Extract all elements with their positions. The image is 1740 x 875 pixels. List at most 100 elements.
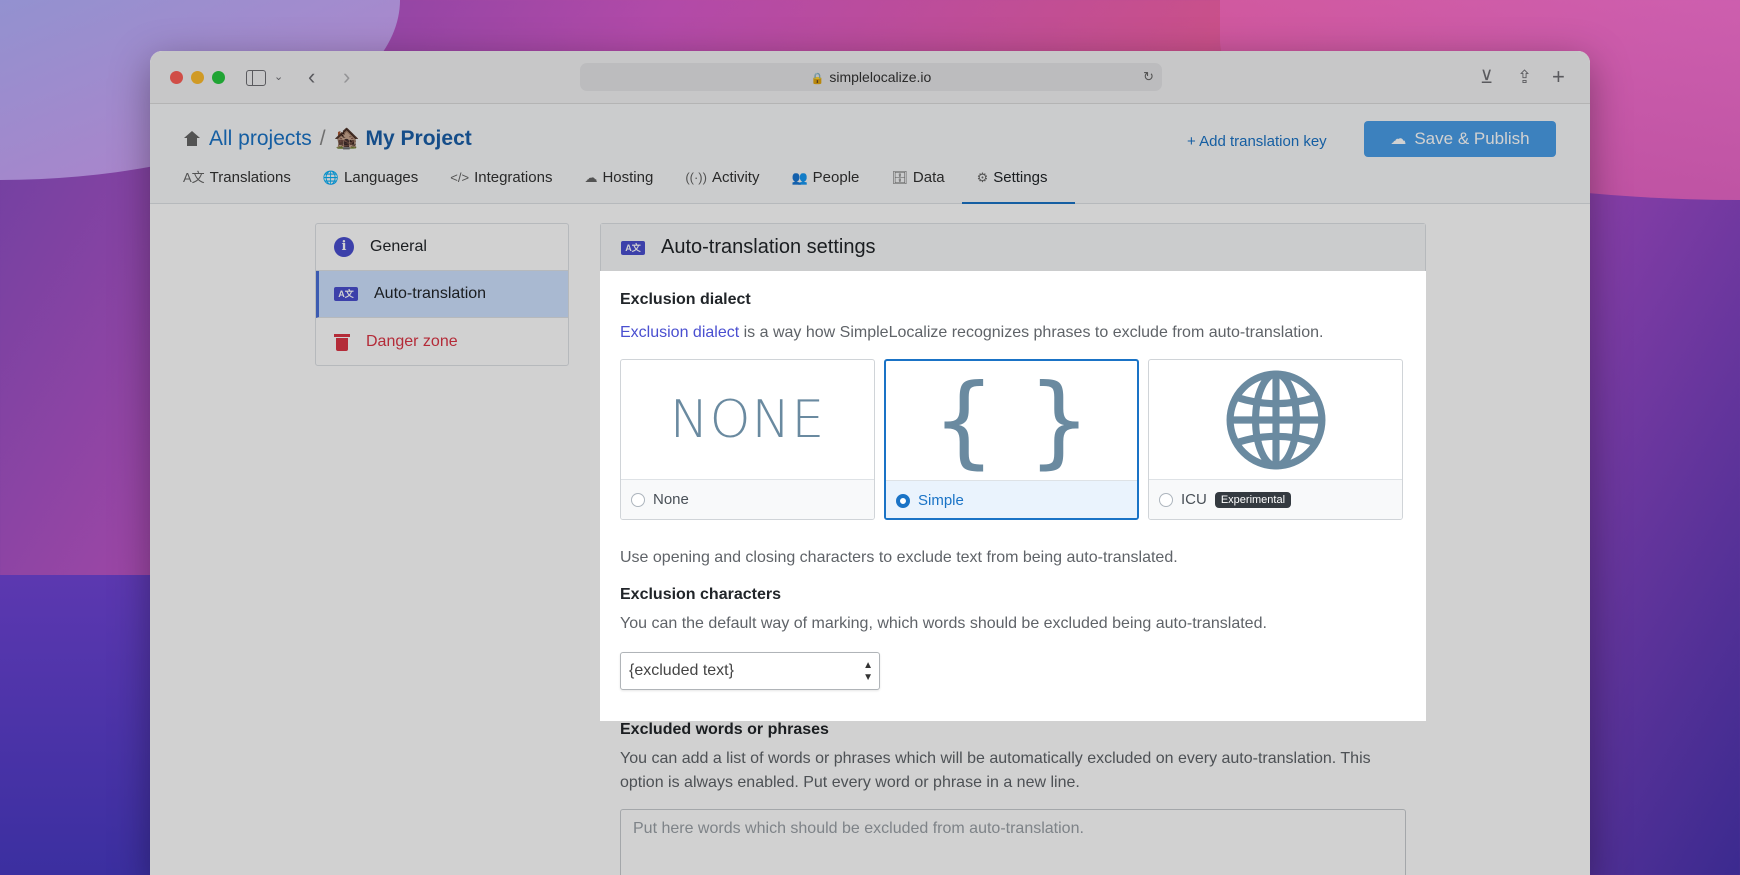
excluded-words-desc: You can add a list of words or phrases w… [620,750,1371,791]
browser-titlebar: ⌄ ‹ › 🔒 simplelocalize.io ↻ ⊻ ⇪ + [150,51,1590,104]
dialect-option-footer: Simple [886,481,1137,518]
globe-icon: 🌐 [322,170,340,185]
zoom-window-button[interactable] [212,71,225,84]
tab-data[interactable]: 🗄 Data [891,164,958,204]
browser-window: ⌄ ‹ › 🔒 simplelocalize.io ↻ ⊻ ⇪ + All pro… [150,51,1590,875]
dialect-option-icu[interactable]: ICU Experimental [1148,359,1403,520]
sidebar-item-label: Danger zone [366,332,458,350]
excluded-words-heading: Excluded words or phrases [620,721,829,738]
panel-header: A文 Auto-translation settings [601,224,1425,272]
excluded-words-section: Excluded words or phrases You can add a … [600,721,1426,875]
tab-label: Data [912,169,945,186]
download-icon[interactable]: ⊻ [1480,65,1493,89]
select-arrows-icon: ▲ ▼ [863,660,873,683]
new-tab-icon[interactable]: + [1552,65,1565,89]
translate-icon: A文 [183,170,205,185]
add-translation-key-button[interactable]: + Add translation key [1187,133,1327,150]
dialect-hint: Use opening and closing characters to ex… [620,549,1178,566]
main-tabs: A文 Translations 🌐 Languages </> Integration… [183,164,1079,204]
dialect-option-footer: None [621,480,874,519]
info-icon: i [334,237,354,257]
dialect-option-footer: ICU Experimental [1149,480,1402,519]
minimize-window-button[interactable] [191,71,204,84]
experimental-badge: Experimental [1214,491,1292,508]
dialect-simple-art: { } [886,361,1137,481]
tab-hosting[interactable]: ☁ Hosting [584,164,667,204]
tab-languages[interactable]: 🌐 Languages [323,164,432,204]
reload-icon[interactable]: ↻ [1143,63,1154,91]
breadcrumb-all-projects[interactable]: All projects [209,127,312,151]
panel-title: Auto-translation settings [661,236,876,258]
tab-label: Languages [344,169,419,186]
project-emoji: 🏚️ [333,127,360,150]
save-publish-button[interactable]: ☁ Save & Publish [1364,121,1556,157]
settings-sidebar: i General A文 Auto-translation Danger zon… [315,223,569,366]
app-header: All projects / 🏚️ My Project + Add trans… [150,104,1590,204]
dialect-none-radio[interactable] [631,492,645,507]
tab-integrations[interactable]: </> Integrations [450,164,566,204]
dialect-simple-radio[interactable] [896,493,910,508]
exclusion-settings-card: Exclusion dialect Exclusion dialect is a… [600,271,1426,721]
auto-translation-panel: A文 Auto-translation settings [600,223,1426,273]
code-icon: </> [450,170,470,185]
globe-icon [1226,370,1325,469]
exclusion-dialect-link[interactable]: Exclusion dialect [620,324,739,341]
exclusion-dialect-desc-text: is a way how SimpleLocalize recognizes p… [739,324,1324,341]
tab-label: Settings [993,169,1048,186]
cloud-icon: ☁ [584,170,598,185]
cloud-upload-icon: ☁ [1390,131,1407,148]
breadcrumb-separator: / [319,127,326,150]
exclusion-characters-value: {excluded text} [629,662,734,679]
close-window-button[interactable] [170,71,183,84]
none-word-art: NONE [669,389,826,450]
dialect-option-simple[interactable]: { } Simple [884,359,1139,520]
breadcrumb: All projects / 🏚️ My Project [183,127,472,151]
tab-label: Hosting [602,169,654,186]
translate-icon: A文 [621,240,645,255]
sidebar-item-danger-zone[interactable]: Danger zone [316,318,568,365]
tab-label: People [812,169,860,186]
back-arrow-icon[interactable]: ‹ [308,65,315,89]
tab-label: Integrations [474,169,553,186]
dialect-options: NONE None { } Simple ICU Experimental [620,359,1406,520]
trash-icon [334,332,350,352]
exclusion-dialect-heading: Exclusion dialect [620,291,751,308]
tab-people[interactable]: 👥 People [791,164,873,204]
database-icon: 🗄 [891,170,908,185]
dialect-icu-radio[interactable] [1159,492,1173,507]
dialect-option-label: None [653,491,689,508]
sidebar-item-label: Auto-translation [374,285,487,302]
exclusion-dialect-desc: Exclusion dialect is a way how SimpleLoc… [620,321,1406,345]
url-text: simplelocalize.io [829,69,932,85]
dialect-option-label: Simple [918,492,964,509]
people-icon: 👥 [791,170,808,185]
forward-arrow-icon[interactable]: › [343,65,350,89]
tab-translations[interactable]: A文 Translations [183,164,305,204]
excluded-words-textarea[interactable]: Put here words which should be excluded … [620,809,1406,875]
exclusion-characters-select[interactable]: {excluded text} ▲ ▼ [620,652,880,690]
window-controls [170,71,225,84]
exclusion-characters-desc: You can the default way of marking, whic… [620,615,1267,632]
dialect-none-art: NONE [621,360,874,480]
sidebar-item-general[interactable]: i General [316,224,568,271]
sidebar-toggle-icon[interactable] [246,70,266,86]
tab-activity[interactable]: ((·)) Activity [685,164,773,204]
lock-icon: 🔒 [810,73,825,85]
chevron-down-icon[interactable]: ⌄ [274,65,283,89]
curly-braces-icon: { } [931,361,1092,479]
sidebar-item-label: General [370,238,427,255]
tab-settings[interactable]: ⚙ Settings [961,164,1076,204]
sidebar-item-auto-translation[interactable]: A文 Auto-translation [316,271,568,318]
home-icon [183,131,201,147]
exclusion-characters-heading: Exclusion characters [620,586,781,603]
wallpaper-shape [0,575,160,875]
save-publish-label: Save & Publish [1414,129,1530,148]
dialect-option-none[interactable]: NONE None [620,359,875,520]
dialect-option-label: ICU [1181,491,1207,508]
breadcrumb-project[interactable]: 🏚️ My Project [334,127,472,151]
project-name: My Project [365,127,472,150]
broadcast-icon: ((·)) [685,170,707,185]
translate-icon: A文 [334,287,358,301]
share-icon[interactable]: ⇪ [1517,65,1532,89]
address-bar[interactable]: 🔒 simplelocalize.io ↻ [580,63,1162,91]
